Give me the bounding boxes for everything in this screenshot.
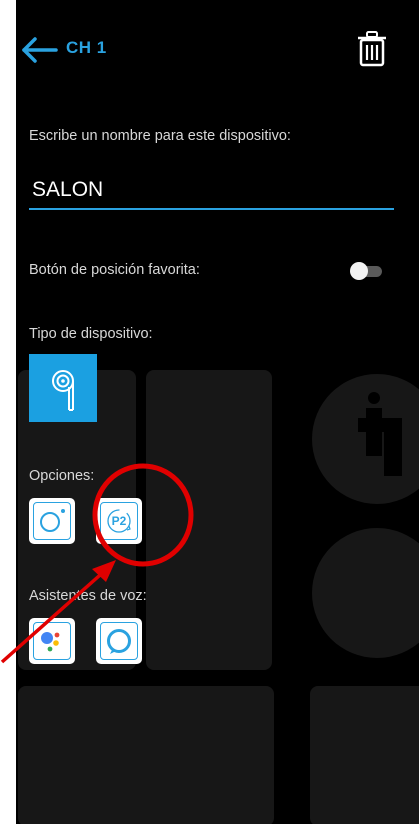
options-label: Opciones:: [29, 468, 95, 484]
background-shape: [312, 528, 419, 658]
device-type-label: Tipo de dispositivo:: [29, 326, 153, 342]
favorite-label: Botón de posición favorita:: [29, 262, 200, 278]
background-logo-icon: [358, 392, 402, 476]
background-shape: [310, 686, 419, 824]
trash-icon[interactable]: [355, 30, 389, 68]
favorite-toggle[interactable]: [350, 262, 384, 280]
annotation-circle: [92, 463, 194, 567]
page-title: CH 1: [66, 38, 107, 57]
device-name-input[interactable]: [29, 172, 394, 210]
annotation-arrow: [0, 560, 116, 664]
background-shape: [18, 686, 274, 824]
option-frame: [33, 502, 71, 540]
name-label: Escribe un nombre para este dispositivo:: [29, 128, 291, 144]
circle-option-icon: [40, 509, 65, 532]
blind-device-icon: [52, 370, 74, 411]
back-arrow-icon[interactable]: [20, 36, 60, 64]
device-type-button[interactable]: [29, 354, 97, 422]
circle-option-button[interactable]: [29, 498, 75, 544]
toggle-knob: [350, 262, 368, 280]
